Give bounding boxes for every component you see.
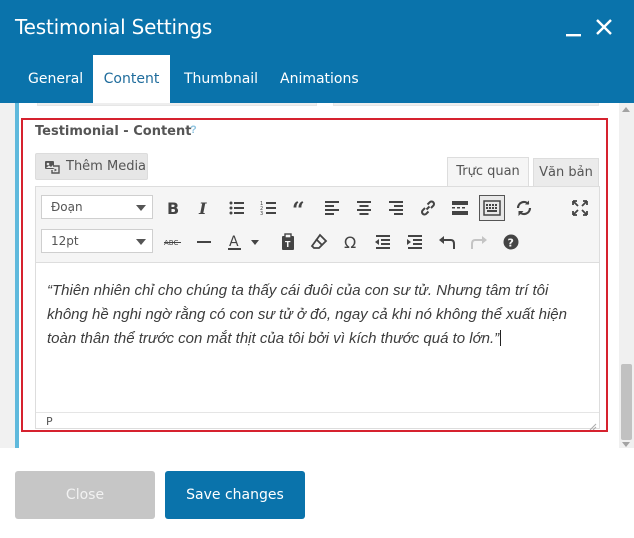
dialog-title: Testimonial Settings [15,15,213,39]
save-changes-button[interactable]: Save changes [165,471,305,519]
tab-thumbnail[interactable]: Thumbnail [171,55,271,103]
previous-field-stub [333,103,599,106]
highlight-frame [21,118,608,432]
previous-field-stub [37,103,317,106]
close-icon[interactable] [592,15,616,39]
minimize-icon[interactable] [562,15,586,39]
dialog-header: Testimonial Settings General Content Thu… [0,0,634,103]
scroll-down-arrow[interactable] [622,442,630,447]
panel-accent-bar [15,103,19,448]
scrollbar-thumb[interactable] [621,364,632,440]
tab-animations[interactable]: Animations [267,55,372,103]
scroll-up-arrow[interactable] [622,107,630,112]
close-button[interactable]: Close [15,471,155,519]
tab-general[interactable]: General [15,55,96,103]
tab-content[interactable]: Content [93,55,170,103]
